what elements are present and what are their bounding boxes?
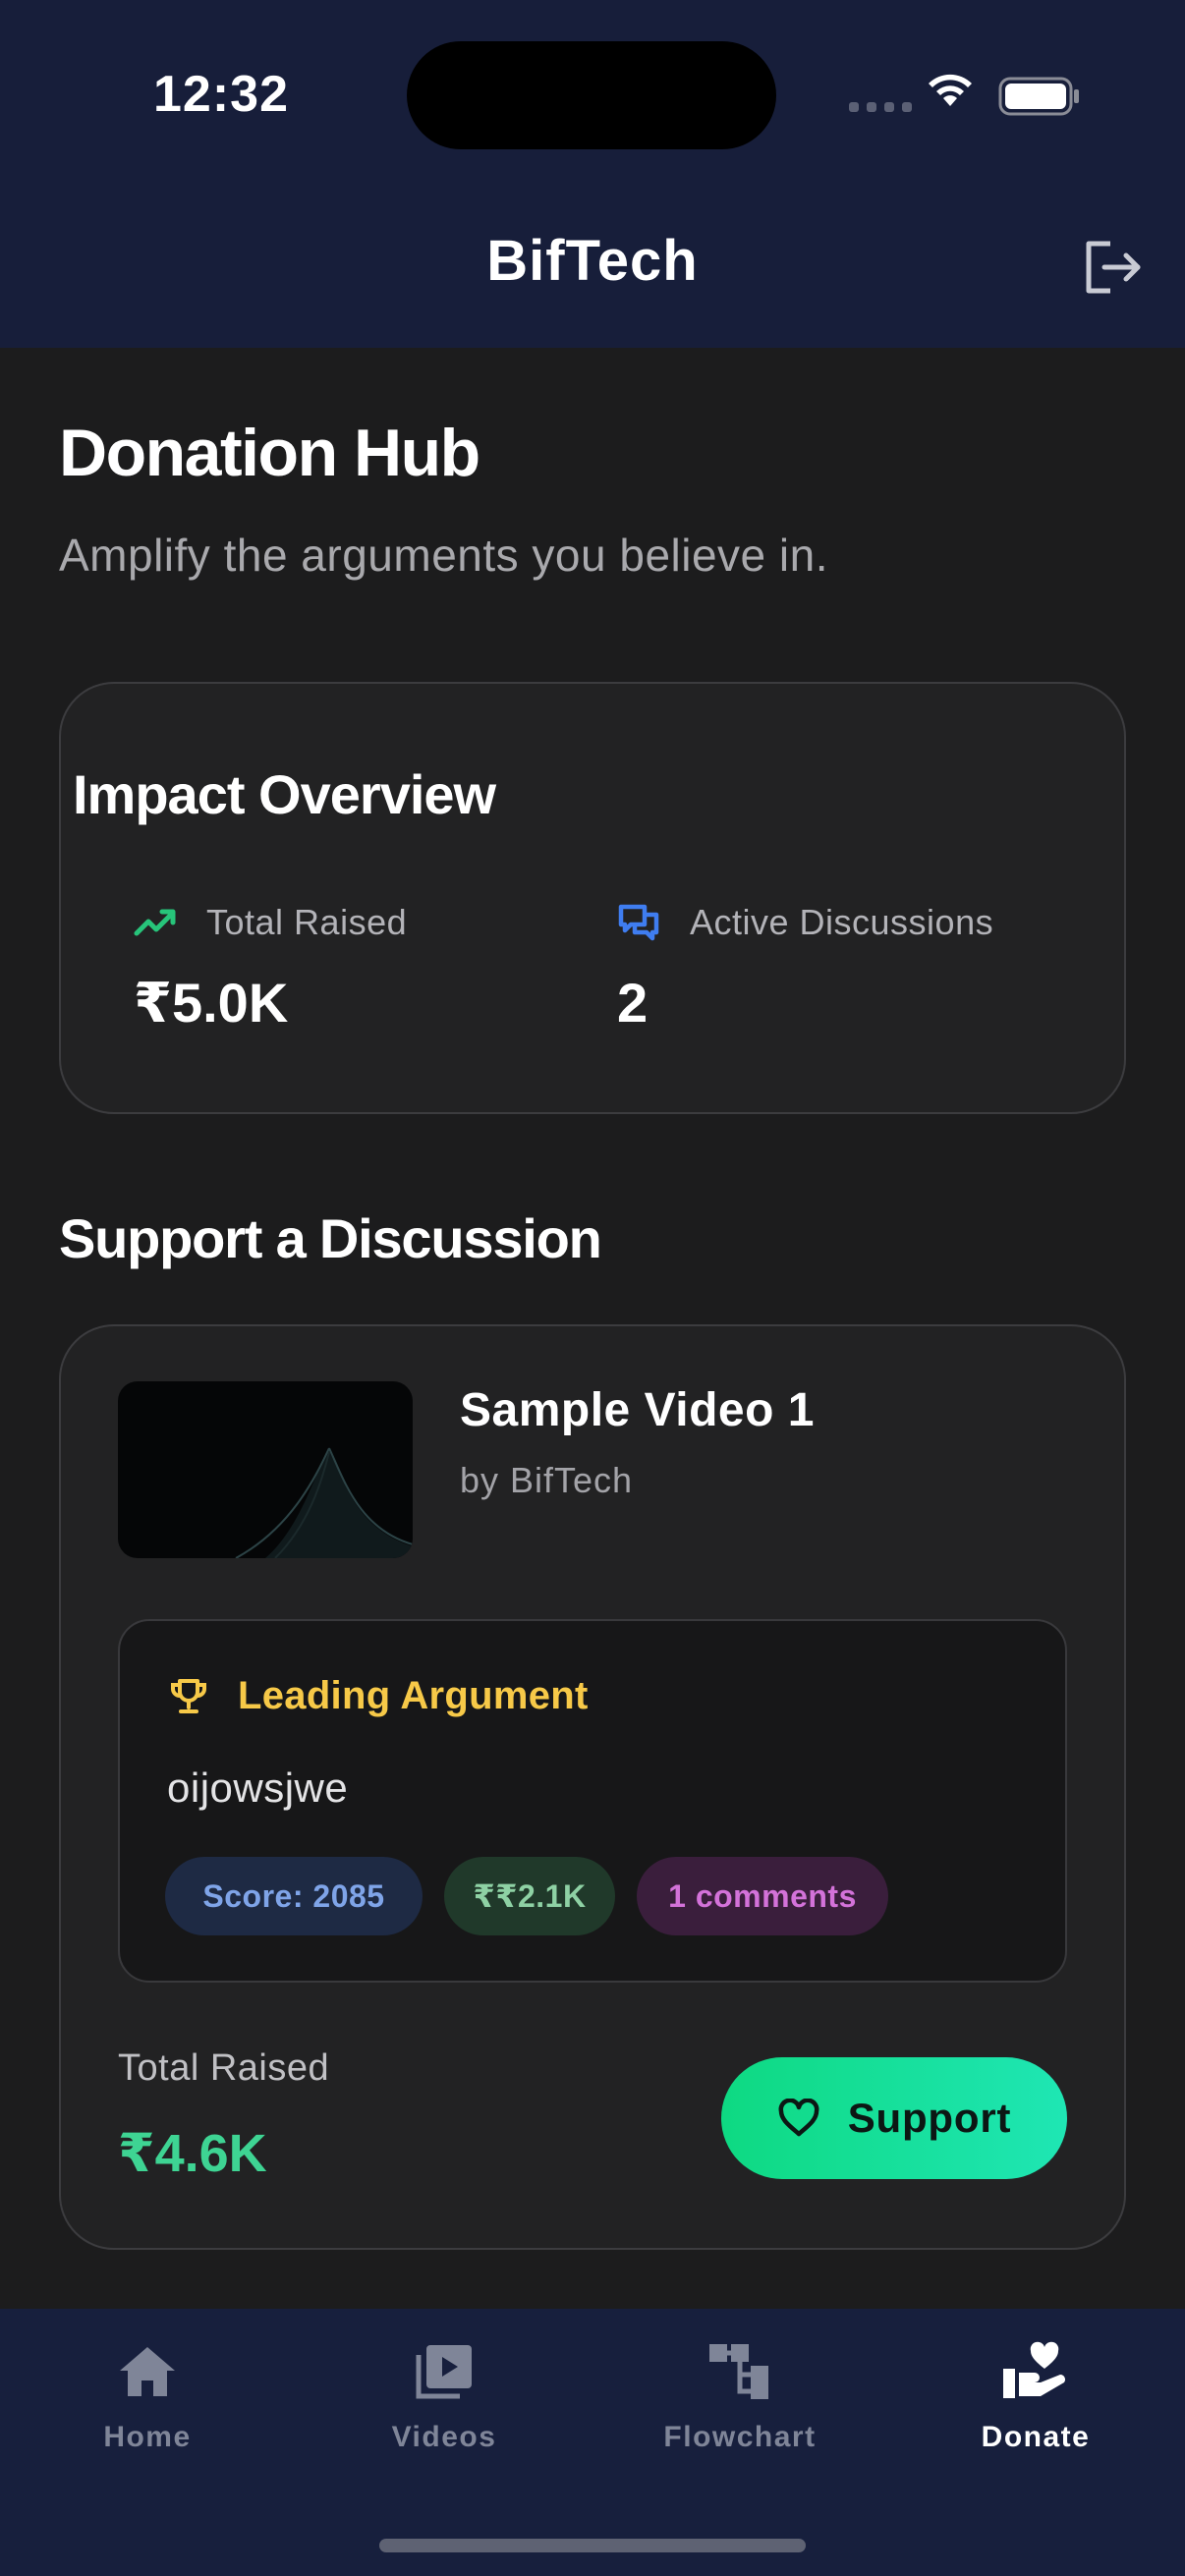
app-title: BifTech (486, 229, 699, 293)
wifi-icon (929, 74, 972, 106)
support-button-label: Support (847, 2095, 1012, 2141)
status-time: 12:32 (153, 66, 289, 123)
support-section-title: Support a Discussion (59, 1207, 602, 1269)
page-subtitle: Amplify the arguments you believe in. (59, 530, 829, 581)
flowchart-icon (707, 2336, 772, 2407)
heart-icon (777, 2099, 820, 2138)
logout-icon (1086, 241, 1141, 294)
logout-button[interactable] (1077, 232, 1148, 303)
active-discussions-stat-label: Active Discussions (617, 902, 993, 943)
support-button[interactable]: Support (721, 2057, 1067, 2179)
donate-hand-heart-icon (1001, 2336, 1070, 2407)
page-title: Donation Hub (59, 416, 480, 490)
total-raised-stat-label: Total Raised (134, 902, 407, 943)
argument-text: oijowsjwe (167, 1764, 349, 1811)
nav-item-flowchart[interactable]: Flowchart (622, 2336, 858, 2454)
nav-label-videos: Videos (391, 2421, 497, 2453)
leading-argument-header: Leading Argument (169, 1674, 589, 1718)
trophy-icon (169, 1677, 208, 1716)
nav-label-flowchart: Flowchart (663, 2421, 817, 2453)
active-discussions-label: Active Discussions (690, 902, 994, 942)
total-raised-label: Total Raised (206, 902, 408, 942)
video-library-icon (413, 2336, 476, 2407)
active-discussions-value: 2 (617, 972, 649, 1034)
discussion-total-raised-value: ₹4.6K (118, 2124, 267, 2183)
discussion-total-raised-label: Total Raised (118, 2047, 330, 2089)
video-thumbnail[interactable] (118, 1381, 413, 1558)
video-author: by BifTech (460, 1460, 634, 1500)
score-chip: Score: 2085 (165, 1857, 423, 1935)
impact-overview-title: Impact Overview (73, 763, 496, 825)
home-indicator (379, 2539, 806, 2552)
home-icon (116, 2336, 179, 2407)
total-raised-value: ₹5.0K (134, 972, 289, 1034)
battery-icon (998, 77, 1079, 116)
nav-label-home: Home (103, 2421, 192, 2453)
video-title: Sample Video 1 (460, 1384, 815, 1436)
nav-label-donate: Donate (981, 2421, 1091, 2453)
nav-item-donate[interactable]: Donate (918, 2336, 1154, 2454)
nav-item-videos[interactable]: Videos (326, 2336, 562, 2454)
amount-chip: ₹₹2.1K (444, 1857, 615, 1935)
signal-icon (849, 102, 912, 112)
comments-chip[interactable]: 1 comments (637, 1857, 888, 1935)
trending-up-icon (134, 906, 177, 939)
impact-overview-card (59, 682, 1126, 1114)
chat-icon (617, 903, 660, 942)
leading-argument-label: Leading Argument (238, 1674, 589, 1717)
dynamic-island (407, 41, 776, 149)
nav-item-home[interactable]: Home (29, 2336, 265, 2454)
